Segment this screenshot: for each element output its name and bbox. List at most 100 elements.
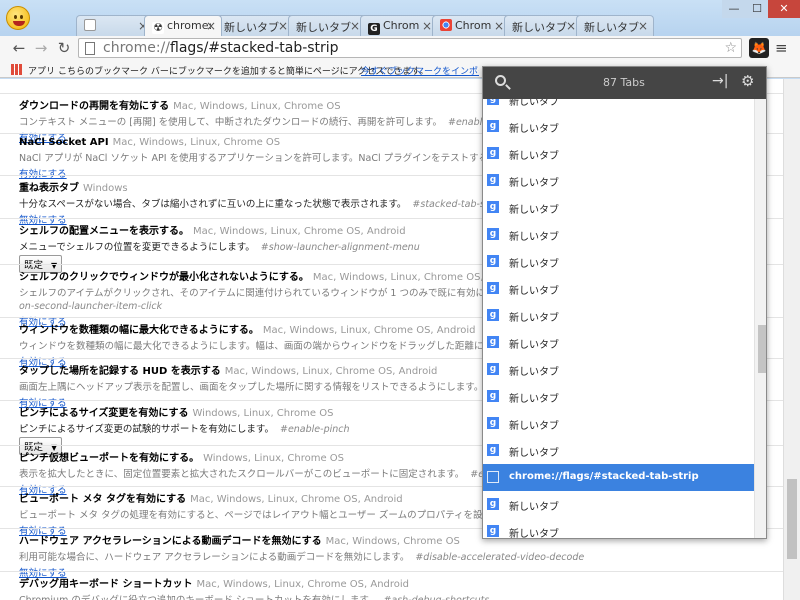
popup-tab-row[interactable]: g 新しいタブ xyxy=(483,221,754,248)
gear-icon[interactable]: ⚙ xyxy=(741,72,754,90)
flag-name: タップした場所を記録する HUD を表示する xyxy=(19,366,221,377)
popup-tab-row[interactable]: g 新しいタブ xyxy=(483,302,754,329)
popup-tab-row[interactable]: g 新しいタブ xyxy=(483,140,754,167)
flag-desc-text: 画面左上隅にヘッドアップ表示を配置し、画面をタップした場所に関する情報をリストで… xyxy=(19,382,484,393)
popup-tab-row[interactable]: g 新しいタブ xyxy=(483,248,754,275)
tab-close-icon[interactable]: × xyxy=(566,19,576,33)
flag-desc-text: 利用可能な場合に、ハードウェア アクセラレーションによる動画デコードを無効にしま… xyxy=(19,552,410,563)
browser-tab[interactable]: Chrom × xyxy=(432,15,510,36)
flag-desc-text: コンテキスト メニューの [再開] を使用して、中断されたダウンロードの続行、再… xyxy=(19,117,442,128)
flag-toggle-link[interactable]: 有効にする xyxy=(19,166,67,180)
google-g-icon: g xyxy=(487,498,499,510)
browser-tab[interactable]: 新しいタブ × xyxy=(576,15,654,36)
popup-tab-row[interactable]: g 新しいタブ xyxy=(483,194,754,221)
import-bookmarks-link[interactable]: 今すぐブックマークをインポート... xyxy=(361,64,479,77)
tab-close-icon[interactable]: × xyxy=(350,19,360,33)
flag-platforms: Windows xyxy=(83,183,128,194)
flag-name: ピンチ仮想ビューポートを有効にする。 xyxy=(19,453,200,464)
tab-close-icon[interactable]: × xyxy=(206,19,216,33)
browser-tab[interactable]: G Chrom × xyxy=(360,15,438,36)
exit-icon[interactable]: →| xyxy=(712,73,728,89)
flag-anchor[interactable]: #show-launcher-alignment-menu xyxy=(261,242,420,253)
extension-fox-icon[interactable]: 🦊 xyxy=(749,38,769,58)
browser-tab[interactable]: 新しいタブ × xyxy=(504,15,582,36)
flag-name: NaCl Socket API xyxy=(19,137,109,148)
flag-name: デバッグ用キーボード ショートカット xyxy=(19,579,193,590)
apps-grid-icon[interactable] xyxy=(11,64,22,75)
popup-tab-row[interactable]: g 新しいタブ xyxy=(483,356,754,383)
profile-avatar-icon[interactable] xyxy=(6,6,30,30)
tab-close-icon[interactable]: × xyxy=(638,19,648,33)
popup-tab-row[interactable]: g 新しいタブ xyxy=(483,437,754,464)
flag-anchor[interactable]: #enable-pinch xyxy=(280,424,350,435)
popup-tab-row[interactable]: g 新しいタブ xyxy=(483,167,754,194)
popup-tab-title: 新しいタブ xyxy=(509,448,559,459)
popup-tab-row[interactable]: g 新しいタブ xyxy=(483,491,754,518)
popup-tab-row[interactable]: g 新しいタブ xyxy=(483,329,754,356)
tab-close-icon[interactable]: × xyxy=(494,19,504,33)
address-bar[interactable]: chrome://flags/#stacked-tab-strip ☆ xyxy=(78,38,742,58)
tab-list-popup: 87 Tabs →| ⚙ g 新しいタブ g 新しいタブ g 新しいタブ g 新しいタブ g 新し… xyxy=(482,66,767,539)
menu-icon[interactable]: ≡ xyxy=(775,39,788,57)
bookmark-star-icon[interactable]: ☆ xyxy=(724,40,737,56)
window-close-icon[interactable]: ✕ xyxy=(768,0,800,18)
popup-tab-row[interactable]: g 新しいタブ xyxy=(483,383,754,410)
flag-name: ビューポート メタ タグを有効にする xyxy=(19,494,187,505)
google-g-icon: g xyxy=(487,336,499,348)
popup-tab-row[interactable]: g 新しいタブ xyxy=(483,410,754,437)
maximize-icon[interactable]: ☐ xyxy=(746,0,768,18)
search-icon[interactable] xyxy=(495,75,506,86)
flag-description: 利用可能な場合に、ハードウェア アクセラレーションによる動画デコードを無効にしま… xyxy=(19,549,779,563)
browser-tab[interactable]: 新しいタブ × xyxy=(216,15,294,36)
google-g-icon: g xyxy=(487,363,499,375)
popup-tab-title: 新しいタブ xyxy=(509,502,559,513)
browser-tab[interactable]: 新しいタブ × xyxy=(288,15,366,36)
g-icon: G xyxy=(368,23,380,35)
popup-tab-title: 新しいタブ xyxy=(509,529,559,539)
back-arrow-icon[interactable]: ← xyxy=(10,39,28,57)
flag-desc-text: 表示を拡大したときに、固定位置要素と拡大されたスクロールバーがこのビューポートに… xyxy=(19,469,465,480)
tab-close-icon[interactable]: × xyxy=(278,19,288,33)
flag-platforms: Mac, Windows, Linux, Chrome OS, Android xyxy=(196,579,410,590)
flag-item: デバッグ用キーボード ショートカット Mac, Windows, Linux, C… xyxy=(0,571,783,600)
google-g-icon: g xyxy=(487,444,499,456)
flag-platforms: Mac, Windows, Linux, Chrome OS, Android xyxy=(262,325,476,336)
popup-tab-row[interactable]: g 新しいタブ xyxy=(483,99,754,113)
popup-tab-title: 新しいタブ xyxy=(509,178,559,189)
apps-label[interactable]: アプリ xyxy=(28,64,55,77)
google-g-icon: g xyxy=(487,201,499,213)
flag-anchor[interactable]: #disable-accelerated-video-decode xyxy=(415,552,584,563)
flag-desc-text: 十分なスペースがない場合、タブは縮小されずに互いの上に重なった状態で表示されます… xyxy=(19,199,407,210)
flag-desc-text: ピンチによるサイズ変更の試験的サポートを有効にします。 xyxy=(19,424,274,435)
tab-title: 新しいタブ xyxy=(296,21,351,34)
reload-icon[interactable]: ↻ xyxy=(55,39,73,57)
forward-arrow-icon[interactable]: → xyxy=(32,39,50,57)
browser-tab[interactable]: ☢ chrome: × xyxy=(144,15,222,36)
flag-platforms: Mac, Windows, Linux, Chrome OS xyxy=(112,137,281,148)
flag-name: ピンチによるサイズ変更を有効にする xyxy=(19,408,189,419)
flag-platforms: Mac, Windows, Chrome OS xyxy=(325,536,460,547)
google-g-icon: g xyxy=(487,174,499,186)
tab-close-icon[interactable]: × xyxy=(422,19,432,33)
popup-tab-row[interactable]: g 新しいタブ xyxy=(483,113,754,140)
flag-platforms: Windows, Linux, Chrome OS xyxy=(203,453,345,464)
minimize-icon[interactable]: — xyxy=(722,0,746,18)
toolbar: ← → ↻ chrome://flags/#stacked-tab-strip … xyxy=(0,36,800,60)
popup-tab-row[interactable]: chrome://flags/#stacked-tab-strip xyxy=(483,464,754,491)
google-g-icon: g xyxy=(487,417,499,429)
page-scrollbar[interactable] xyxy=(783,79,800,600)
popup-tab-row[interactable]: g 新しいタブ xyxy=(483,518,754,539)
google-g-icon: g xyxy=(487,99,499,105)
flag-desc-text: メニューでシェルフの位置を変更できるようにします。 xyxy=(19,242,255,253)
popup-scrollbar[interactable] xyxy=(754,99,766,538)
flag-anchor[interactable]: #ash-debug-shortcuts xyxy=(383,595,489,600)
google-g-icon: g xyxy=(487,228,499,240)
tab-title: 新しいタブ xyxy=(584,21,639,34)
title-bar: × ☢ chrome: × 新しいタブ × 新しいタブ × G Chrom × Chrom × 新しいタブ… xyxy=(0,0,800,36)
google-g-icon: g xyxy=(487,525,499,537)
popup-tab-title: 新しいタブ xyxy=(509,124,559,135)
browser-tab[interactable]: × xyxy=(76,15,154,36)
tab-title: 新しいタブ xyxy=(224,21,279,34)
popup-tab-row[interactable]: g 新しいタブ xyxy=(483,275,754,302)
google-g-icon: g xyxy=(487,255,499,267)
